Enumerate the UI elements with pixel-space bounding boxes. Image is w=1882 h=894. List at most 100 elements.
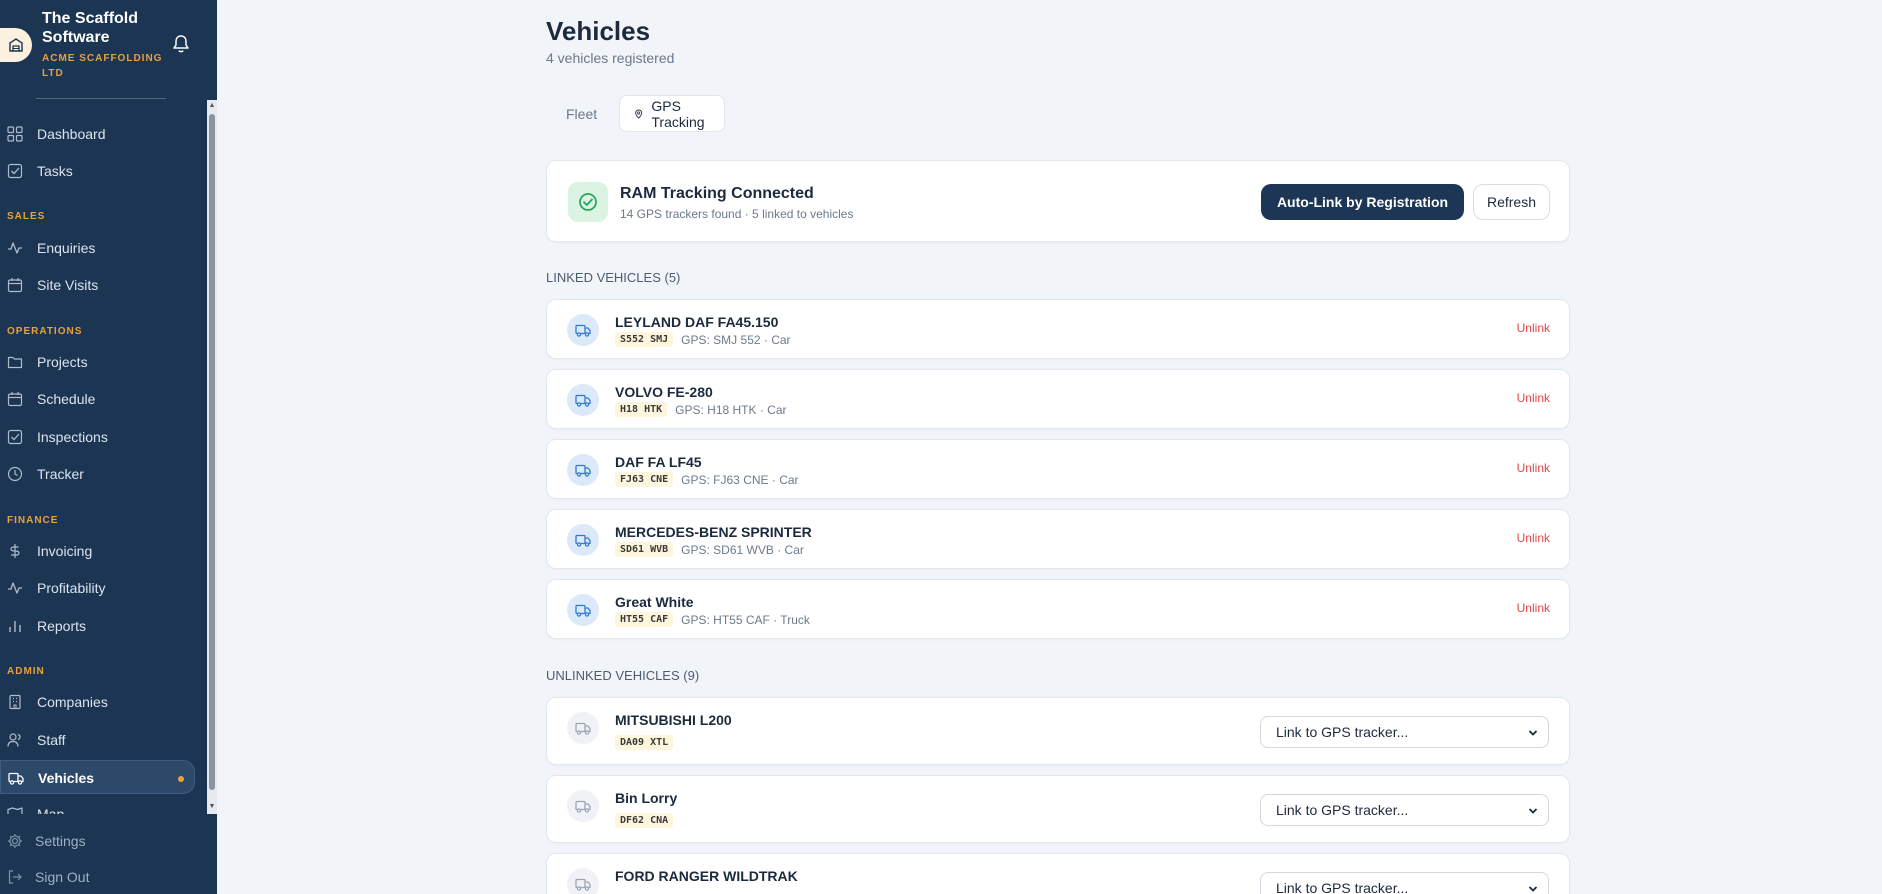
building-icon	[9, 694, 21, 710]
truck-icon	[567, 524, 599, 556]
sidebar-item-reports[interactable]: Reports	[0, 609, 195, 643]
registration-plate: HT55 CAF	[615, 612, 674, 627]
sidebar-scrollbar[interactable]: ▲ ▼	[207, 100, 217, 814]
checkbox-icon	[7, 163, 23, 179]
calendar-icon	[7, 278, 23, 293]
tab-gps-tracking[interactable]: GPS Tracking	[619, 95, 726, 132]
sidebar-item-label: Invoicing	[37, 543, 93, 559]
page-subtitle: 4 vehicles registered	[546, 50, 675, 66]
settings-link[interactable]: Settings	[0, 826, 207, 856]
refresh-button[interactable]: Refresh	[1473, 184, 1550, 220]
unlinked-vehicle-row: MITSUBISHI L200 DA09 XTL Link to GPS tra…	[546, 697, 1570, 765]
unlinked-vehicle-row: Bin Lorry DF62 CNA Link to GPS tracker..…	[546, 775, 1570, 843]
active-indicator-dot	[178, 776, 184, 782]
sidebar-item-label: Projects	[37, 354, 88, 370]
settings-label: Settings	[35, 833, 86, 849]
sidebar-nav: Dashboard Tasks SALES Enquiries Site Vis…	[0, 100, 207, 814]
brand-title: The Scaffold Software	[42, 10, 139, 46]
sidebar-bottom: Settings Sign Out	[0, 820, 217, 894]
truck-icon	[567, 384, 599, 416]
tab-fleet[interactable]: Fleet	[566, 95, 597, 132]
sign-out-link[interactable]: Sign Out	[0, 862, 207, 892]
linked-vehicle-row: DAF FA LF45 FJ63 CNE GPS: FJ63 CNE · Car …	[546, 439, 1570, 499]
auto-link-button[interactable]: Auto-Link by Registration	[1261, 184, 1464, 220]
section-admin: ADMIN	[7, 666, 45, 677]
vehicle-name: FORD RANGER WILDTRAK	[615, 868, 798, 884]
unlink-button[interactable]: Unlink	[1517, 321, 1550, 335]
truck-icon	[567, 868, 599, 894]
dollar-icon	[10, 544, 20, 558]
tracking-status-card: RAM Tracking Connected 14 GPS trackers f…	[546, 160, 1570, 242]
section-operations: OPERATIONS	[7, 326, 83, 337]
sidebar-item-profitability[interactable]: Profitability	[0, 571, 195, 605]
sidebar-item-tracker[interactable]: Tracker	[0, 457, 195, 491]
sidebar-item-dashboard[interactable]: Dashboard	[0, 117, 195, 151]
gps-info: GPS: SMJ 552 · Car	[681, 332, 791, 347]
sidebar-item-label: Enquiries	[37, 240, 96, 256]
map-pin-icon	[635, 109, 643, 119]
sidebar-item-map[interactable]: Map	[0, 797, 195, 814]
truck-icon	[567, 314, 599, 346]
checkbox-icon	[7, 429, 23, 445]
truck-icon	[8, 772, 24, 785]
company-name: ACME SCAFFOLDING LTD	[42, 53, 163, 79]
scroll-thumb[interactable]	[209, 114, 215, 790]
sidebar-item-schedule[interactable]: Schedule	[0, 382, 195, 416]
registration-plate: H18 HTK	[615, 402, 668, 417]
linked-vehicle-row: VOLVO FE-280 H18 HTK GPS: H18 HTK · Car U…	[546, 369, 1570, 429]
scroll-down-arrow-icon[interactable]: ▼	[208, 803, 216, 811]
gps-tracker-select[interactable]: Link to GPS tracker...	[1260, 794, 1549, 826]
unlinked-vehicle-row: FORD RANGER WILDTRAK Link to GPS tracker…	[546, 853, 1570, 894]
registration-plate: FJ63 CNE	[615, 472, 674, 487]
gear-icon	[8, 834, 22, 848]
sidebar-item-inspections[interactable]: Inspections	[0, 420, 195, 454]
truck-icon	[567, 454, 599, 486]
select-placeholder: Link to GPS tracker...	[1276, 880, 1409, 894]
vehicle-name: MERCEDES-BENZ SPRINTER	[615, 524, 812, 540]
check-circle-icon	[568, 182, 608, 222]
truck-icon	[567, 790, 599, 822]
registration-plate: SD61 WVB	[615, 542, 674, 557]
status-title: RAM Tracking Connected	[620, 185, 814, 202]
gps-tracker-select[interactable]: Link to GPS tracker...	[1260, 872, 1549, 894]
activity-icon	[8, 582, 22, 594]
sidebar-item-site-visits[interactable]: Site Visits	[0, 268, 195, 302]
unlink-button[interactable]: Unlink	[1517, 461, 1550, 475]
chevron-down-icon	[1528, 886, 1538, 892]
company-logo-icon	[0, 28, 32, 62]
gps-info: GPS: SD61 WVB · Car	[681, 542, 804, 557]
sign-out-icon	[8, 870, 22, 884]
sidebar-item-staff[interactable]: Staff	[0, 723, 195, 757]
page-title: Vehicles	[546, 16, 651, 46]
vehicle-name: MITSUBISHI L200	[615, 712, 732, 728]
chevron-down-icon	[1528, 808, 1538, 814]
sidebar-item-label: Tracker	[37, 466, 84, 482]
sidebar-item-enquiries[interactable]: Enquiries	[0, 231, 195, 265]
scroll-up-arrow-icon[interactable]: ▲	[208, 102, 216, 110]
unlink-button[interactable]: Unlink	[1517, 601, 1550, 615]
sidebar: The Scaffold Software ACME SCAFFOLDING L…	[0, 0, 217, 894]
sidebar-item-label: Companies	[37, 694, 108, 710]
map-icon	[7, 807, 23, 814]
linked-vehicle-row: Great White HT55 CAF GPS: HT55 CAF · Truc…	[546, 579, 1570, 639]
sidebar-item-label: Map	[37, 806, 65, 814]
brand-header: The Scaffold Software ACME SCAFFOLDING L…	[0, 0, 217, 99]
sidebar-item-projects[interactable]: Projects	[0, 345, 195, 379]
sidebar-item-label: Inspections	[37, 429, 108, 445]
unlink-button[interactable]: Unlink	[1517, 531, 1550, 545]
bell-icon[interactable]	[172, 34, 190, 59]
users-icon	[7, 733, 21, 747]
chevron-down-icon	[1528, 730, 1538, 736]
linked-vehicle-row: MERCEDES-BENZ SPRINTER SD61 WVB GPS: SD61…	[546, 509, 1570, 569]
sidebar-item-invoicing[interactable]: Invoicing	[0, 534, 195, 568]
sidebar-item-label: Staff	[37, 732, 66, 748]
dashboard-icon	[7, 126, 23, 142]
status-subtitle: 14 GPS trackers found · 5 linked to vehi…	[620, 207, 854, 221]
sidebar-item-vehicles[interactable]: Vehicles	[0, 760, 195, 794]
sidebar-item-label: Dashboard	[37, 126, 106, 142]
gps-info: GPS: H18 HTK · Car	[675, 402, 787, 417]
gps-tracker-select[interactable]: Link to GPS tracker...	[1260, 716, 1549, 748]
sidebar-item-companies[interactable]: Companies	[0, 685, 195, 719]
sidebar-item-tasks[interactable]: Tasks	[0, 154, 195, 188]
unlink-button[interactable]: Unlink	[1517, 391, 1550, 405]
